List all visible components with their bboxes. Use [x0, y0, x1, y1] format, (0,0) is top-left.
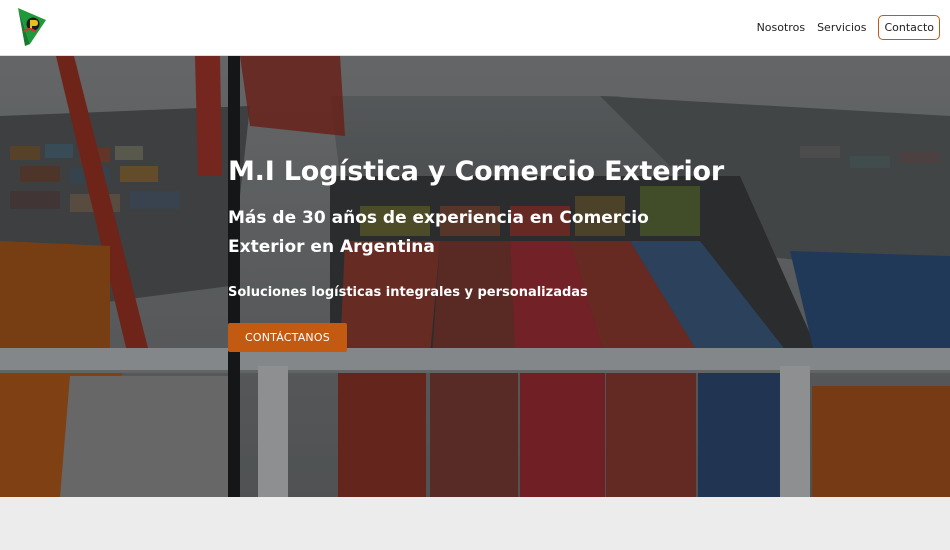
brand-logo[interactable] — [16, 6, 50, 48]
nav-link-servicios[interactable]: Servicios — [817, 17, 866, 38]
site-header: Nosotros Servicios Contacto — [0, 0, 950, 56]
hero-tagline: Soluciones logísticas integrales y perso… — [228, 285, 588, 300]
logo-icon — [18, 8, 46, 46]
nav-link-nosotros[interactable]: Nosotros — [757, 17, 805, 38]
contact-us-button[interactable]: CONTÁCTANOS — [228, 323, 347, 352]
next-section-band — [0, 497, 950, 550]
hero-subtitle: Más de 30 años de experiencia en Comerci… — [228, 208, 649, 257]
nav-contact-button[interactable]: Contacto — [878, 15, 940, 40]
hero-title: M.I Logística y Comercio Exterior — [228, 156, 725, 187]
hero-section: M.I Logística y Comercio Exterior Más de… — [0, 56, 950, 497]
hero-content: M.I Logística y Comercio Exterior Más de… — [228, 154, 748, 352]
main-nav: Nosotros Servicios Contacto — [757, 15, 940, 40]
